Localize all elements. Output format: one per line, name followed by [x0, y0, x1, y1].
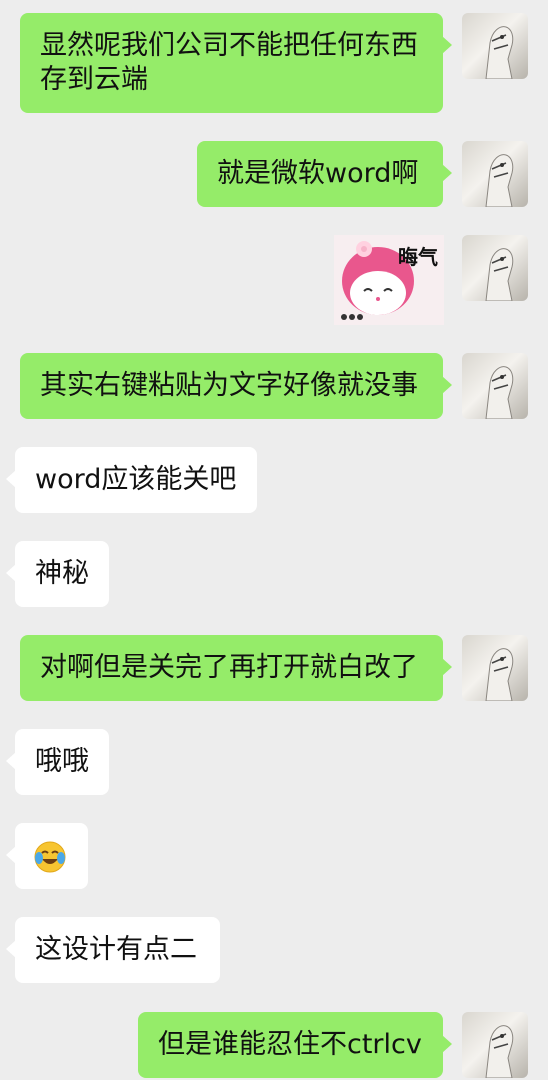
message-bubble[interactable]: 对啊但是关完了再打开就白改了	[20, 635, 452, 701]
avatar[interactable]	[462, 353, 528, 419]
chat-window: 显然呢我们公司不能把任何东西存到云端 就是微软word啊 晦气 其实右键粘贴为文…	[0, 0, 548, 1080]
avatar[interactable]	[462, 235, 528, 301]
horse-avatar-icon	[485, 648, 514, 701]
sticker-image[interactable]: 晦气	[334, 235, 444, 325]
message-text: 显然呢我们公司不能把任何东西存到云端	[40, 30, 418, 95]
message-bubble[interactable]: 神秘	[6, 541, 109, 607]
horse-avatar-icon	[485, 26, 514, 79]
message-bubble[interactable]: 但是谁能忍住不ctrlcv	[138, 1012, 452, 1078]
message-bubble[interactable]: 这设计有点二	[6, 917, 220, 983]
message-bubble[interactable]: 就是微软word啊	[197, 141, 452, 207]
message-bubble[interactable]: word应该能关吧	[6, 447, 257, 513]
message-text: 就是微软word啊	[217, 158, 419, 189]
avatar[interactable]	[462, 141, 528, 207]
horse-avatar-icon	[485, 366, 514, 419]
message-bubble[interactable]: 哦哦	[6, 729, 109, 795]
message-bubble[interactable]	[6, 823, 88, 889]
message-text: 哦哦	[35, 746, 89, 777]
message-text: 神秘	[35, 558, 89, 589]
horse-avatar-icon	[485, 154, 514, 207]
horse-avatar-icon	[485, 248, 514, 301]
avatar[interactable]	[462, 635, 528, 701]
message-bubble[interactable]: 其实右键粘贴为文字好像就没事	[20, 353, 452, 419]
avatar[interactable]	[462, 1012, 528, 1078]
laugh-cry-emoji-icon	[34, 841, 66, 872]
message-text: 但是谁能忍住不ctrlcv	[158, 1029, 422, 1060]
avatar[interactable]	[462, 13, 528, 79]
message-text: 对啊但是关完了再打开就白改了	[40, 652, 418, 683]
horse-avatar-icon	[485, 1025, 514, 1078]
message-bubble[interactable]: 显然呢我们公司不能把任何东西存到云端	[20, 13, 452, 113]
message-text: word应该能关吧	[35, 464, 237, 495]
message-text: 其实右键粘贴为文字好像就没事	[40, 370, 418, 401]
sticker-caption: 晦气	[398, 245, 438, 269]
message-text: 这设计有点二	[35, 934, 197, 965]
